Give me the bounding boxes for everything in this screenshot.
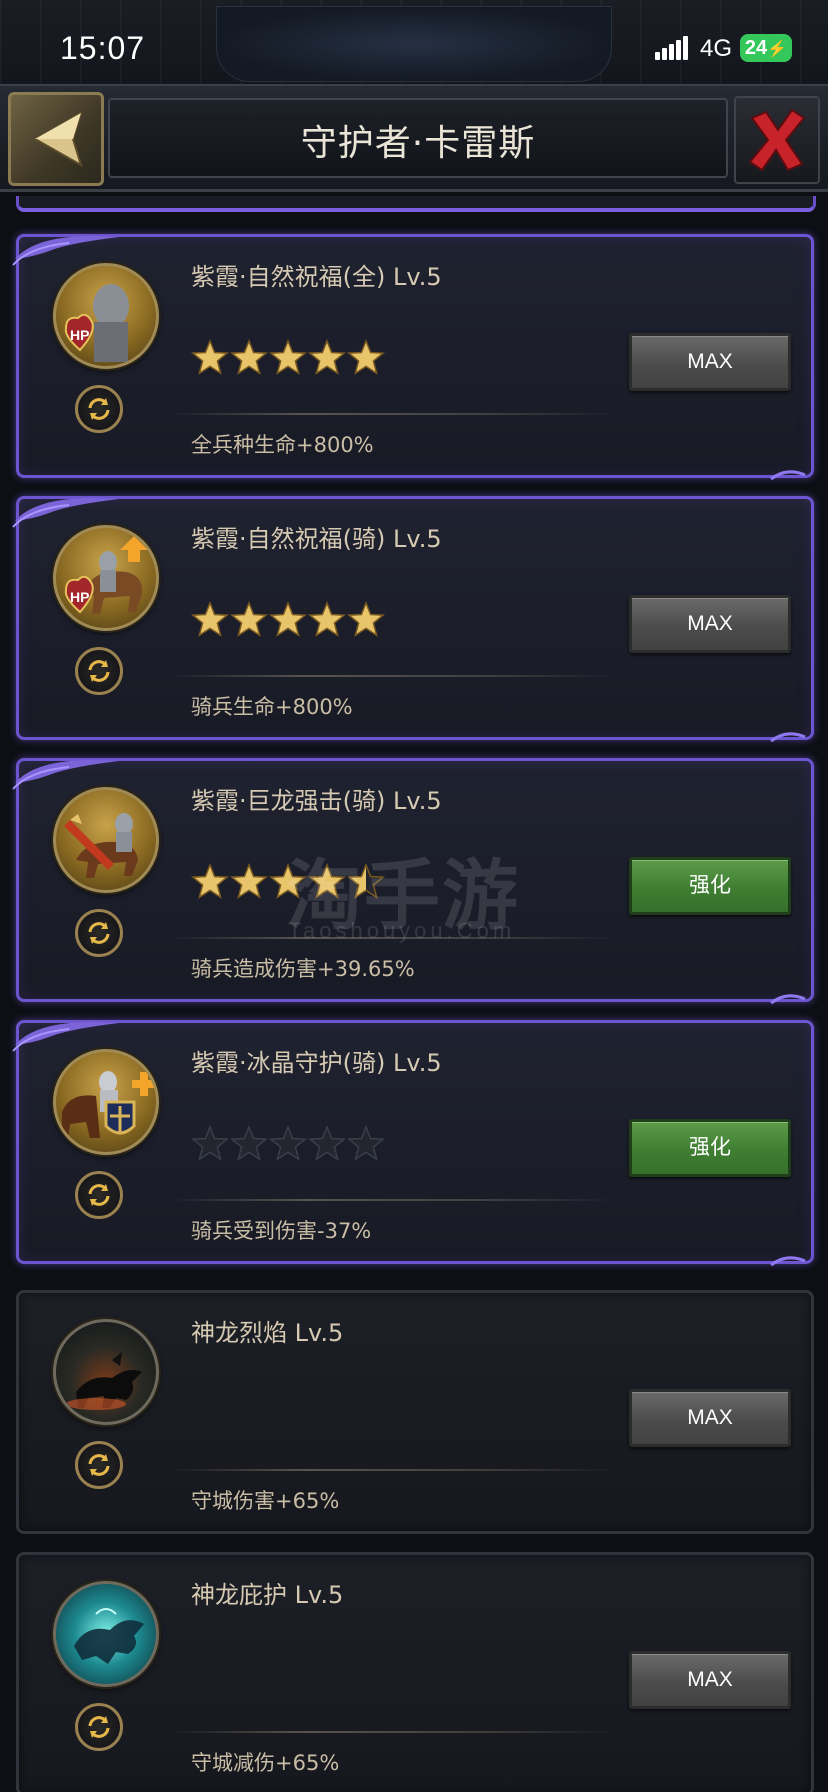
skill-card: HP 紫霞·自然祝福(全) Lv.5 全兵种生命+800% MAX xyxy=(12,234,814,481)
skill-portrait: HP xyxy=(53,263,159,369)
swap-button[interactable] xyxy=(75,647,123,695)
close-x-icon xyxy=(748,108,806,172)
star-empty-icon xyxy=(308,1125,346,1161)
star-rating xyxy=(191,1125,386,1165)
skill-portrait: HP xyxy=(53,525,159,631)
skill-name: 紫霞·自然祝福(骑) Lv.5 xyxy=(191,525,442,553)
star-full-icon xyxy=(308,339,346,375)
battery-icon: 24⚡ xyxy=(740,34,792,62)
refresh-icon xyxy=(88,922,110,944)
skill-name: 紫霞·冰晶守护(骑) Lv.5 xyxy=(191,1049,442,1077)
skill-name: 紫霞·巨龙强击(骑) Lv.5 xyxy=(191,787,442,815)
divider xyxy=(169,675,619,677)
status-time: 15:07 xyxy=(60,30,146,66)
max-button[interactable]: MAX xyxy=(629,595,791,653)
skill-portrait xyxy=(53,787,159,893)
divider xyxy=(169,413,619,415)
star-full-icon xyxy=(191,601,229,637)
swirl-ornament-icon xyxy=(770,470,806,481)
upgrade-button[interactable]: 强化 xyxy=(629,857,791,915)
max-button[interactable]: MAX xyxy=(629,1651,791,1709)
dragon-flame-icon xyxy=(66,1352,142,1410)
star-full-icon xyxy=(230,601,268,637)
swirl-ornament-icon xyxy=(770,732,806,743)
close-button[interactable] xyxy=(734,96,820,184)
star-full-icon xyxy=(191,863,229,899)
skill-name: 神龙烈焰 Lv.5 xyxy=(191,1319,344,1347)
star-full-icon xyxy=(347,601,385,637)
refresh-icon xyxy=(88,1184,110,1206)
star-full-icon xyxy=(269,601,307,637)
swap-button[interactable] xyxy=(75,1703,123,1751)
skill-portrait xyxy=(53,1319,159,1425)
star-full-icon xyxy=(308,601,346,637)
skill-card: HP 紫霞·自然祝福(骑) Lv.5 骑兵生命+800% MAX xyxy=(12,496,814,743)
page-title: 守护者·卡雷斯 xyxy=(300,123,536,164)
back-arrow-icon xyxy=(32,110,83,168)
status-bar: 15:07 4G 24⚡ xyxy=(0,0,828,92)
divider xyxy=(169,1731,619,1733)
divider xyxy=(169,1469,619,1471)
skill-effect: 骑兵生命+800% xyxy=(191,695,353,719)
swap-button[interactable] xyxy=(75,1171,123,1219)
signal-icon xyxy=(655,36,689,60)
star-full-icon xyxy=(347,339,385,375)
max-button[interactable]: MAX xyxy=(629,1389,791,1447)
skill-card: 紫霞·冰晶守护(骑) Lv.5 骑兵受到伤害-37% 强化 xyxy=(12,1020,814,1267)
skill-effect: 全兵种生命+800% xyxy=(191,433,374,457)
cavalry-hp-icon: HP xyxy=(64,536,148,614)
previous-card-edge xyxy=(16,196,816,212)
upgrade-button[interactable]: 强化 xyxy=(629,1119,791,1177)
cavalry-defense-icon xyxy=(62,1071,156,1138)
skill-effect: 守城伤害+65% xyxy=(191,1489,340,1513)
dragon-shield-icon xyxy=(74,1608,144,1664)
skill-name: 神龙庇护 Lv.5 xyxy=(191,1581,344,1609)
skill-effect: 骑兵造成伤害+39.65% xyxy=(191,957,415,981)
star-empty-icon xyxy=(347,1125,385,1161)
network-type: 4G xyxy=(700,35,733,62)
divider xyxy=(169,1199,619,1201)
skill-portrait xyxy=(53,1049,159,1155)
star-full-icon xyxy=(269,339,307,375)
swirl-ornament-icon xyxy=(770,994,806,1005)
skill-effect: 骑兵受到伤害-37% xyxy=(191,1219,372,1243)
refresh-icon xyxy=(88,398,110,420)
skill-card: 神龙庇护 Lv.5 守城减伤+65% MAX xyxy=(16,1552,814,1792)
max-button[interactable]: MAX xyxy=(629,333,791,391)
notch xyxy=(216,6,612,82)
skill-portrait xyxy=(53,1581,159,1687)
swap-button[interactable] xyxy=(75,385,123,433)
skill-name: 紫霞·自然祝福(全) Lv.5 xyxy=(191,263,442,291)
svg-text:HP: HP xyxy=(70,327,89,343)
star-rating xyxy=(191,601,386,641)
star-empty-icon xyxy=(191,1125,229,1161)
cavalry-attack-icon xyxy=(64,813,138,878)
star-full-icon xyxy=(230,863,268,899)
star-full-icon xyxy=(191,339,229,375)
swirl-ornament-icon xyxy=(770,1256,806,1267)
skill-effect: 守城减伤+65% xyxy=(191,1751,340,1775)
battery-level: 24 xyxy=(744,37,768,59)
watermark-url: Taoshouyou.Com xyxy=(288,918,516,943)
title-bar: 守护者·卡雷斯 xyxy=(0,84,828,192)
skill-card: 神龙烈焰 Lv.5 守城伤害+65% MAX xyxy=(16,1290,814,1534)
star-empty-icon xyxy=(269,1125,307,1161)
star-full-icon xyxy=(230,339,268,375)
refresh-icon xyxy=(88,1716,110,1738)
swap-button[interactable] xyxy=(75,909,123,957)
swap-button[interactable] xyxy=(75,1441,123,1489)
star-empty-icon xyxy=(230,1125,268,1161)
infantry-hp-icon: HP xyxy=(64,284,129,362)
star-rating xyxy=(191,339,386,379)
svg-text:HP: HP xyxy=(70,589,89,605)
refresh-icon xyxy=(88,660,110,682)
refresh-icon xyxy=(88,1454,110,1476)
back-button[interactable] xyxy=(8,92,104,186)
